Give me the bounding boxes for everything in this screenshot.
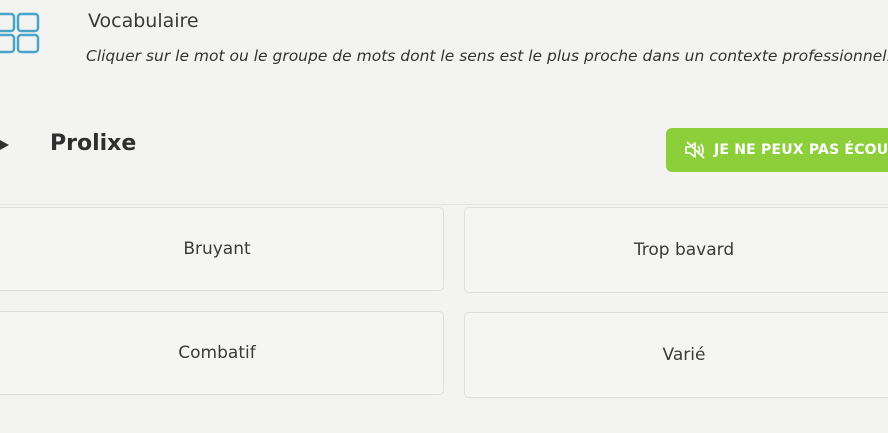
instruction-text: Cliquer sur le mot ou le groupe de mots … bbox=[86, 47, 888, 65]
answer-option-trop-bavard[interactable]: Trop bavard bbox=[464, 207, 888, 293]
cannot-listen-label: JE NE PEUX PAS ÉCOU bbox=[714, 142, 888, 158]
speaker-muted-icon bbox=[685, 141, 705, 159]
play-icon[interactable] bbox=[0, 140, 9, 150]
answer-option-varie[interactable]: Varié bbox=[464, 312, 888, 398]
page-title: Vocabulaire bbox=[88, 10, 199, 32]
answer-option-label: Varié bbox=[662, 345, 706, 365]
divider bbox=[0, 204, 888, 205]
cannot-listen-button[interactable]: JE NE PEUX PAS ÉCOU bbox=[666, 128, 888, 172]
answer-option-label: Trop bavard bbox=[633, 240, 735, 260]
vocabulary-grid-icon bbox=[0, 12, 40, 54]
answer-option-bruyant[interactable]: Bruyant bbox=[0, 207, 444, 291]
answer-option-label: Combatif bbox=[178, 343, 256, 363]
answer-option-combatif[interactable]: Combatif bbox=[0, 311, 444, 395]
answer-option-label: Bruyant bbox=[183, 239, 251, 259]
question-word: Prolixe bbox=[50, 131, 137, 156]
